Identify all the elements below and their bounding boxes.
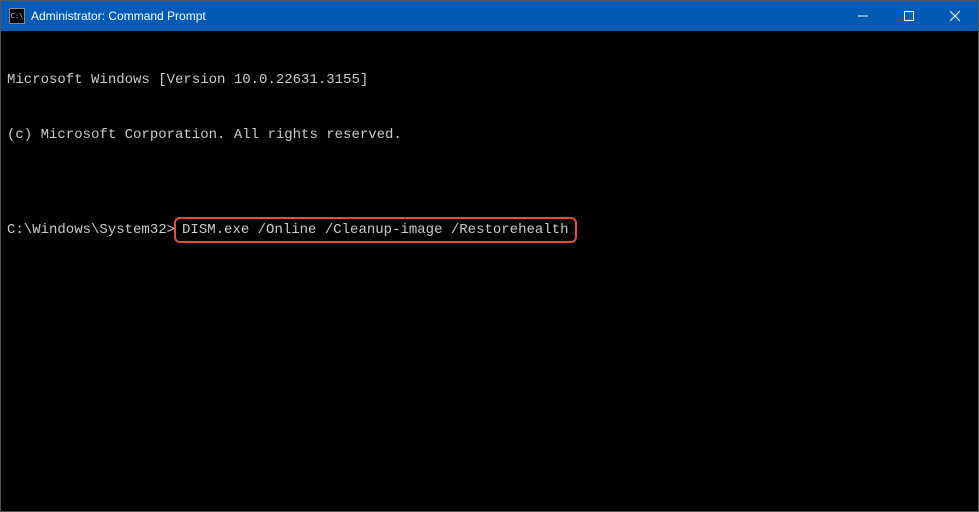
terminal-output-line: (c) Microsoft Corporation. All rights re… <box>7 126 972 144</box>
terminal-output-line: Microsoft Windows [Version 10.0.22631.31… <box>7 71 972 89</box>
titlebar-left: C:\ Administrator: Command Prompt <box>1 8 206 24</box>
terminal-prompt: C:\Windows\System32> <box>7 221 175 239</box>
close-button[interactable] <box>932 1 978 31</box>
window-controls <box>840 1 978 31</box>
window-title: Administrator: Command Prompt <box>31 9 206 23</box>
terminal-body[interactable]: Microsoft Windows [Version 10.0.22631.31… <box>1 31 978 511</box>
terminal-command-text: DISM.exe /Online /Cleanup-image /Restore… <box>182 222 568 238</box>
maximize-button[interactable] <box>886 1 932 31</box>
cmd-icon: C:\ <box>9 8 25 24</box>
titlebar[interactable]: C:\ Administrator: Command Prompt <box>1 1 978 31</box>
terminal-prompt-line: C:\Windows\System32> DISM.exe /Online /Cl… <box>7 217 972 243</box>
minimize-button[interactable] <box>840 1 886 31</box>
highlighted-command: DISM.exe /Online /Cleanup-image /Restore… <box>174 217 576 243</box>
command-prompt-window: C:\ Administrator: Command Prompt Micros… <box>0 0 979 512</box>
